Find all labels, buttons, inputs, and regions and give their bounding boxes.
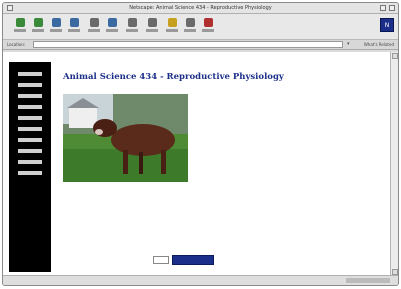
forward-icon <box>33 18 43 27</box>
toolbar-label <box>146 29 158 32</box>
sidebar-nav-item[interactable] <box>18 171 42 175</box>
whats-related-button[interactable]: What's Related <box>364 42 394 47</box>
stop-icon <box>203 18 213 27</box>
cow-photo-image <box>63 94 188 182</box>
sidebar-nav-item[interactable] <box>18 105 42 109</box>
sidebar-nav-item[interactable] <box>18 160 42 164</box>
status-bar <box>3 275 398 285</box>
sidebar-nav-item[interactable] <box>18 83 42 87</box>
search-button[interactable] <box>172 255 214 265</box>
toolbar-label <box>202 29 214 32</box>
netscape-button[interactable] <box>105 17 119 37</box>
url-dropdown-icon[interactable]: ▾ <box>347 41 350 47</box>
home-button[interactable] <box>67 17 81 37</box>
toolbar-label <box>106 29 118 32</box>
page-title: Animal Science 434 - Reproductive Physio… <box>63 72 284 82</box>
print-icon <box>147 18 157 27</box>
sidebar-nav-item[interactable] <box>18 94 42 98</box>
sidebar-nav-item[interactable] <box>18 127 42 131</box>
title-bar: Netscape: Animal Science 434 - Reproduct… <box>3 3 398 14</box>
location-label: Location: <box>7 42 26 47</box>
shop-icon <box>185 18 195 27</box>
shop-button[interactable] <box>183 17 197 37</box>
navigation-toolbar: N <box>3 14 398 40</box>
back-icon <box>15 18 25 27</box>
toolbar-label <box>14 29 26 32</box>
page-viewport: Animal Science 434 - Reproductive Physio… <box>3 52 398 276</box>
home-icon <box>69 18 79 27</box>
toolbar-label <box>50 29 62 32</box>
window-title: Netscape: Animal Science 434 - Reproduct… <box>129 5 272 11</box>
toolbar-label <box>32 29 44 32</box>
course-info-block <box>195 99 307 107</box>
toolbar-label <box>166 29 178 32</box>
toolbar-label <box>68 29 80 32</box>
collapse-box-icon[interactable] <box>389 5 395 11</box>
progress-indicator <box>346 278 390 283</box>
back-button[interactable] <box>13 17 27 37</box>
reload-icon <box>51 18 61 27</box>
url-field[interactable] <box>33 41 343 48</box>
sidebar-nav-item[interactable] <box>18 138 42 142</box>
netscape-icon <box>107 18 117 27</box>
site-search-row <box>149 255 214 265</box>
zoom-box-icon[interactable] <box>380 5 386 11</box>
search-icon <box>89 18 99 27</box>
sidebar-nav-item[interactable] <box>18 72 42 76</box>
forward-button[interactable] <box>31 17 45 37</box>
sidebar-nav-item[interactable] <box>18 149 42 153</box>
print-button[interactable] <box>145 17 159 37</box>
toolbar-label <box>184 29 196 32</box>
toolbar-label <box>126 29 138 32</box>
cow-photo <box>63 94 188 182</box>
toolbar-label <box>88 29 100 32</box>
search-input[interactable] <box>153 256 169 264</box>
stop-button[interactable] <box>201 17 215 37</box>
search-button[interactable] <box>87 17 101 37</box>
site-nav-sidebar <box>9 62 51 272</box>
netscape-logo[interactable]: N <box>380 18 394 32</box>
close-box-icon[interactable] <box>7 5 13 11</box>
scroll-up-icon[interactable] <box>392 53 398 59</box>
browser-window: Netscape: Animal Science 434 - Reproduct… <box>2 2 399 286</box>
vertical-scrollbar[interactable] <box>390 52 398 276</box>
security-button[interactable] <box>165 17 179 37</box>
security-icon <box>167 18 177 27</box>
images-icon <box>127 18 137 27</box>
reload-button[interactable] <box>49 17 63 37</box>
location-bar: Location: ▾ What's Related <box>3 40 398 50</box>
sidebar-nav-item[interactable] <box>18 116 42 120</box>
images-button[interactable] <box>125 17 139 37</box>
